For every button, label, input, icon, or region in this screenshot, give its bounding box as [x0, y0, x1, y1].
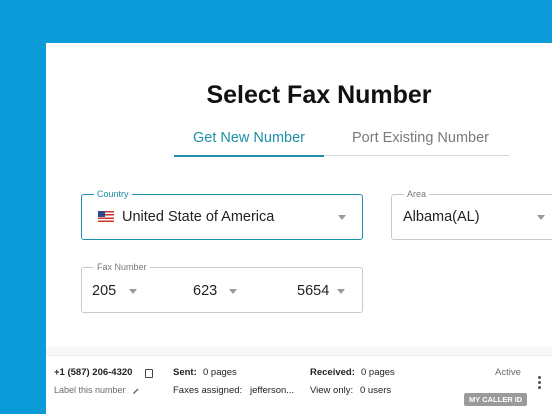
view-only-label: View only: [310, 385, 354, 396]
received-label: Received: [310, 367, 355, 378]
country-value: United State of America [122, 209, 275, 225]
chevron-down-icon[interactable] [229, 289, 237, 294]
country-select[interactable]: Country United State of America [81, 188, 363, 240]
fax-line-select[interactable]: 5654 [297, 283, 329, 299]
area-legend: Area [404, 188, 430, 200]
sent-value: 0 pages [203, 367, 237, 378]
tab-port-existing-number[interactable]: Port Existing Number [352, 129, 489, 155]
status-text: Active [495, 367, 521, 378]
tab-get-new-number[interactable]: Get New Number [174, 129, 324, 157]
country-legend: Country [94, 188, 132, 200]
sent-label: Sent: [173, 367, 197, 378]
us-flag-icon [98, 211, 114, 222]
fax-number-field: Fax Number 205 623 5654 [81, 261, 363, 313]
fax-area-code-select[interactable]: 205 [92, 283, 116, 299]
fax-prefix-select[interactable]: 623 [193, 283, 217, 299]
tab-bar: Get New Number Port Existing Number [174, 129, 509, 157]
chevron-down-icon[interactable] [129, 289, 137, 294]
number-row[interactable]: +1 (587) 206-4320 Label this number Sent… [46, 355, 552, 414]
copy-icon[interactable] [145, 369, 153, 378]
chevron-down-icon[interactable] [337, 289, 345, 294]
fax-number-legend: Fax Number [94, 261, 150, 273]
label-this-number-link[interactable]: Label this number [54, 385, 126, 395]
received-value: 0 pages [361, 367, 395, 378]
phone-number: +1 (587) 206-4320 [54, 367, 133, 378]
area-value: Albama(AL) [403, 209, 480, 225]
number-list: +1 (587) 206-4320 Label this number Sent… [46, 347, 552, 414]
area-select[interactable]: Area Albama(AL) [391, 188, 552, 240]
fax-number-dialog: Select Fax Number Get New Number Port Ex… [46, 43, 552, 414]
view-only-value: 0 users [360, 385, 392, 396]
faxes-assigned-label: Faxes assigned: [173, 385, 243, 396]
caller-id-badge: MY CALLER ID [464, 393, 528, 406]
chevron-down-icon[interactable] [338, 215, 346, 220]
pencil-icon[interactable] [132, 387, 140, 395]
chevron-down-icon[interactable] [537, 215, 545, 220]
page-title: Select Fax Number [206, 81, 432, 109]
more-options-icon[interactable] [538, 376, 541, 390]
faxes-assigned-value: jefferson... [250, 385, 295, 396]
